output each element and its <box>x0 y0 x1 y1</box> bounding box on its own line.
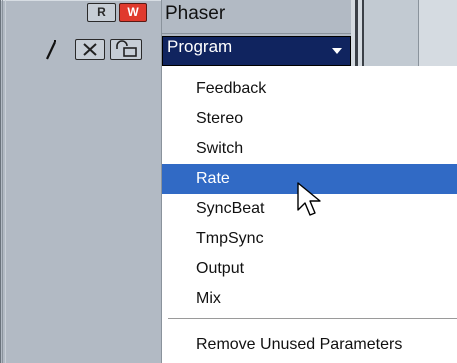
menu-item-switch[interactable]: Switch <box>162 134 457 164</box>
read-automation-button[interactable]: R <box>87 3 116 22</box>
close-icon <box>83 43 97 56</box>
lane-divider <box>418 0 419 72</box>
remove-lane-button[interactable] <box>75 39 105 60</box>
lock-lane-button[interactable] <box>110 39 142 60</box>
lane-divider <box>355 0 358 72</box>
automation-lane <box>364 0 419 72</box>
menu-item-stereo[interactable]: Stereo <box>162 104 457 134</box>
parameter-select-value: Program <box>167 37 233 56</box>
menu-separator <box>168 318 457 319</box>
write-button-label: W <box>127 5 139 19</box>
read-button-label: R <box>97 5 106 19</box>
menu-item-output[interactable]: Output <box>162 254 457 284</box>
mouse-cursor-icon <box>297 182 321 216</box>
track-name: Phaser <box>165 3 226 24</box>
menu-item-remove-unused-parameters[interactable]: Remove Unused Parameters <box>162 330 457 360</box>
pencil-icon[interactable] <box>43 39 59 61</box>
lock-icon <box>116 40 137 57</box>
chevron-down-icon[interactable] <box>332 48 342 54</box>
menu-item-mix[interactable]: Mix <box>162 284 457 314</box>
automation-track-view: R W Phaser Program Feedback Stereo Switc… <box>0 0 457 363</box>
menu-item-feedback[interactable]: Feedback <box>162 74 457 104</box>
menu-item-tmpsync[interactable]: TmpSync <box>162 224 457 254</box>
parameter-select[interactable]: Program <box>162 36 351 66</box>
write-automation-button[interactable]: W <box>119 3 147 22</box>
divider <box>162 33 358 34</box>
